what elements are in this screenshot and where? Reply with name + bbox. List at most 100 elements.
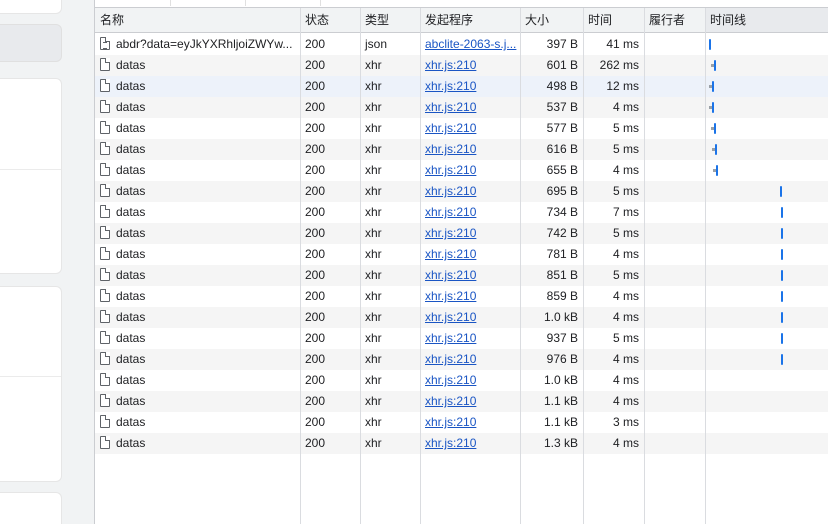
cell-name[interactable]: datas xyxy=(95,370,300,391)
column-header-initiator[interactable]: 发起程序 xyxy=(420,8,520,32)
cell-initiator[interactable]: xhr.js:210 xyxy=(420,307,520,328)
cell-size: 577 B xyxy=(546,121,578,135)
cell-name[interactable]: datas xyxy=(95,349,300,370)
cell-size: 937 B xyxy=(546,331,578,345)
cell-time: 5 ms xyxy=(612,331,639,345)
table-row[interactable]: datas 200 xhr xhr.js:210 1.0 kB 4 ms xyxy=(95,370,828,391)
table-row[interactable]: datas 200 xhr xhr.js:210 1.1 kB 4 ms xyxy=(95,391,828,412)
column-header-status[interactable]: 状态 xyxy=(300,8,360,32)
column-header-name[interactable]: 名称 xyxy=(95,8,300,32)
cell-initiator[interactable]: xhr.js:210 xyxy=(420,244,520,265)
file-icon xyxy=(100,205,110,218)
cell-initiator[interactable]: xhr.js:210 xyxy=(420,286,520,307)
cell-time: 4 ms xyxy=(612,310,639,324)
cell-type: xhr xyxy=(365,310,382,324)
table-row[interactable]: datas 200 xhr xhr.js:210 859 B 4 ms xyxy=(95,286,828,307)
cell-initiator[interactable]: xhr.js:210 xyxy=(420,391,520,412)
cell-initiator[interactable]: xhr.js:210 xyxy=(420,139,520,160)
cell-name[interactable]: datas xyxy=(95,160,300,181)
cell-initiator[interactable]: xhr.js:210 xyxy=(420,349,520,370)
column-header-fulfilled-by[interactable]: 履行者 xyxy=(644,8,705,32)
cell-name[interactable]: datas xyxy=(95,181,300,202)
column-header-time[interactable]: 时间 xyxy=(583,8,644,32)
cell-name[interactable]: datas xyxy=(95,223,300,244)
cell-name[interactable]: datas xyxy=(95,244,300,265)
table-row[interactable]: datas 200 xhr xhr.js:210 742 B 5 ms xyxy=(95,223,828,244)
cell-time: 5 ms xyxy=(612,268,639,282)
table-row[interactable]: datas 200 xhr xhr.js:210 937 B 5 ms xyxy=(95,328,828,349)
cell-initiator[interactable]: xhr.js:210 xyxy=(420,55,520,76)
cell-time: 4 ms xyxy=(612,436,639,450)
table-row[interactable]: datas 200 xhr xhr.js:210 695 B 5 ms xyxy=(95,181,828,202)
waterfall-wait-segment xyxy=(710,64,714,67)
cell-initiator[interactable]: xhr.js:210 xyxy=(420,412,520,433)
cell-initiator[interactable]: xhr.js:210 xyxy=(420,223,520,244)
column-header-size[interactable]: 大小 xyxy=(520,8,583,32)
cell-name[interactable]: datas xyxy=(95,286,300,307)
cell-name[interactable]: datas xyxy=(95,76,300,97)
cell-size: 1.0 kB xyxy=(543,310,578,324)
cell-initiator[interactable]: xhr.js:210 xyxy=(420,328,520,349)
table-row[interactable]: datas 200 xhr xhr.js:210 781 B 4 ms xyxy=(95,244,828,265)
cell-type: xhr xyxy=(365,142,382,156)
cell-name[interactable]: datas xyxy=(95,391,300,412)
cell-name[interactable]: datas xyxy=(95,265,300,286)
table-row[interactable]: datas 200 xhr xhr.js:210 1.1 kB 3 ms xyxy=(95,412,828,433)
cell-name[interactable]: abdr?data=eyJkYXRhljoiZWYw... xyxy=(95,34,300,55)
cell-size: 734 B xyxy=(546,205,578,219)
cell-name[interactable]: datas xyxy=(95,307,300,328)
cell-initiator[interactable]: xhr.js:210 xyxy=(420,76,520,97)
table-row[interactable]: abdr?data=eyJkYXRhljoiZWYw... 200 json abcl… xyxy=(95,34,828,55)
table-row[interactable]: datas 200 xhr xhr.js:210 734 B 7 ms xyxy=(95,202,828,223)
table-row[interactable]: datas 200 xhr xhr.js:210 616 B 5 ms xyxy=(95,139,828,160)
cell-initiator[interactable]: xhr.js:210 xyxy=(420,181,520,202)
cell-name[interactable]: datas xyxy=(95,328,300,349)
cell-name[interactable]: datas xyxy=(95,433,300,454)
file-icon xyxy=(100,79,110,92)
column-header-waterfall[interactable]: 时间线 xyxy=(705,8,828,32)
table-row[interactable]: datas 200 xhr xhr.js:210 655 B 4 ms xyxy=(95,160,828,181)
request-name: datas xyxy=(116,205,146,219)
cell-type: xhr xyxy=(365,352,382,366)
cell-time: 41 ms xyxy=(606,37,639,51)
table-row[interactable]: datas 200 xhr xhr.js:210 601 B 262 ms xyxy=(95,55,828,76)
cell-name[interactable]: datas xyxy=(95,118,300,139)
cell-time: 7 ms xyxy=(612,205,639,219)
waterfall-bar xyxy=(781,228,784,239)
cell-status: 200 xyxy=(305,394,326,408)
cell-name[interactable]: datas xyxy=(95,55,300,76)
cell-size: 537 B xyxy=(546,100,578,114)
request-name: datas xyxy=(116,373,146,387)
cell-initiator[interactable]: xhr.js:210 xyxy=(420,160,520,181)
cell-status: 200 xyxy=(305,226,326,240)
column-header-type[interactable]: 类型 xyxy=(360,8,420,32)
waterfall-bar xyxy=(710,123,716,134)
cell-name[interactable]: datas xyxy=(95,97,300,118)
table-row[interactable]: datas 200 xhr xhr.js:210 537 B 4 ms xyxy=(95,97,828,118)
cell-initiator[interactable]: abclite-2063-s.j... xyxy=(420,34,520,55)
cell-name[interactable]: datas xyxy=(95,202,300,223)
cell-initiator[interactable]: xhr.js:210 xyxy=(420,118,520,139)
request-name: datas xyxy=(116,289,146,303)
cell-initiator[interactable]: xhr.js:210 xyxy=(420,370,520,391)
cell-initiator[interactable]: xhr.js:210 xyxy=(420,433,520,454)
table-row[interactable]: datas 200 xhr xhr.js:210 976 B 4 ms xyxy=(95,349,828,370)
cell-status: 200 xyxy=(305,58,326,72)
cell-status: 200 xyxy=(305,163,326,177)
content-card xyxy=(0,492,62,524)
cell-initiator[interactable]: xhr.js:210 xyxy=(420,202,520,223)
cell-size: 976 B xyxy=(546,352,578,366)
request-name: datas xyxy=(116,394,146,408)
cell-name[interactable]: datas xyxy=(95,139,300,160)
table-row[interactable]: datas 200 xhr xhr.js:210 1.0 kB 4 ms xyxy=(95,307,828,328)
cell-initiator[interactable]: xhr.js:210 xyxy=(420,265,520,286)
cell-name[interactable]: datas xyxy=(95,412,300,433)
table-row[interactable]: datas 200 xhr xhr.js:210 1.3 kB 4 ms xyxy=(95,433,828,454)
cell-initiator[interactable]: xhr.js:210 xyxy=(420,97,520,118)
cell-size: 1.3 kB xyxy=(543,436,578,450)
table-row[interactable]: datas 200 xhr xhr.js:210 577 B 5 ms xyxy=(95,118,828,139)
table-row[interactable]: datas 200 xhr xhr.js:210 851 B 5 ms xyxy=(95,265,828,286)
waterfall-bar xyxy=(781,333,784,344)
cell-status: 200 xyxy=(305,310,326,324)
table-row[interactable]: datas 200 xhr xhr.js:210 498 B 12 ms xyxy=(95,76,828,97)
